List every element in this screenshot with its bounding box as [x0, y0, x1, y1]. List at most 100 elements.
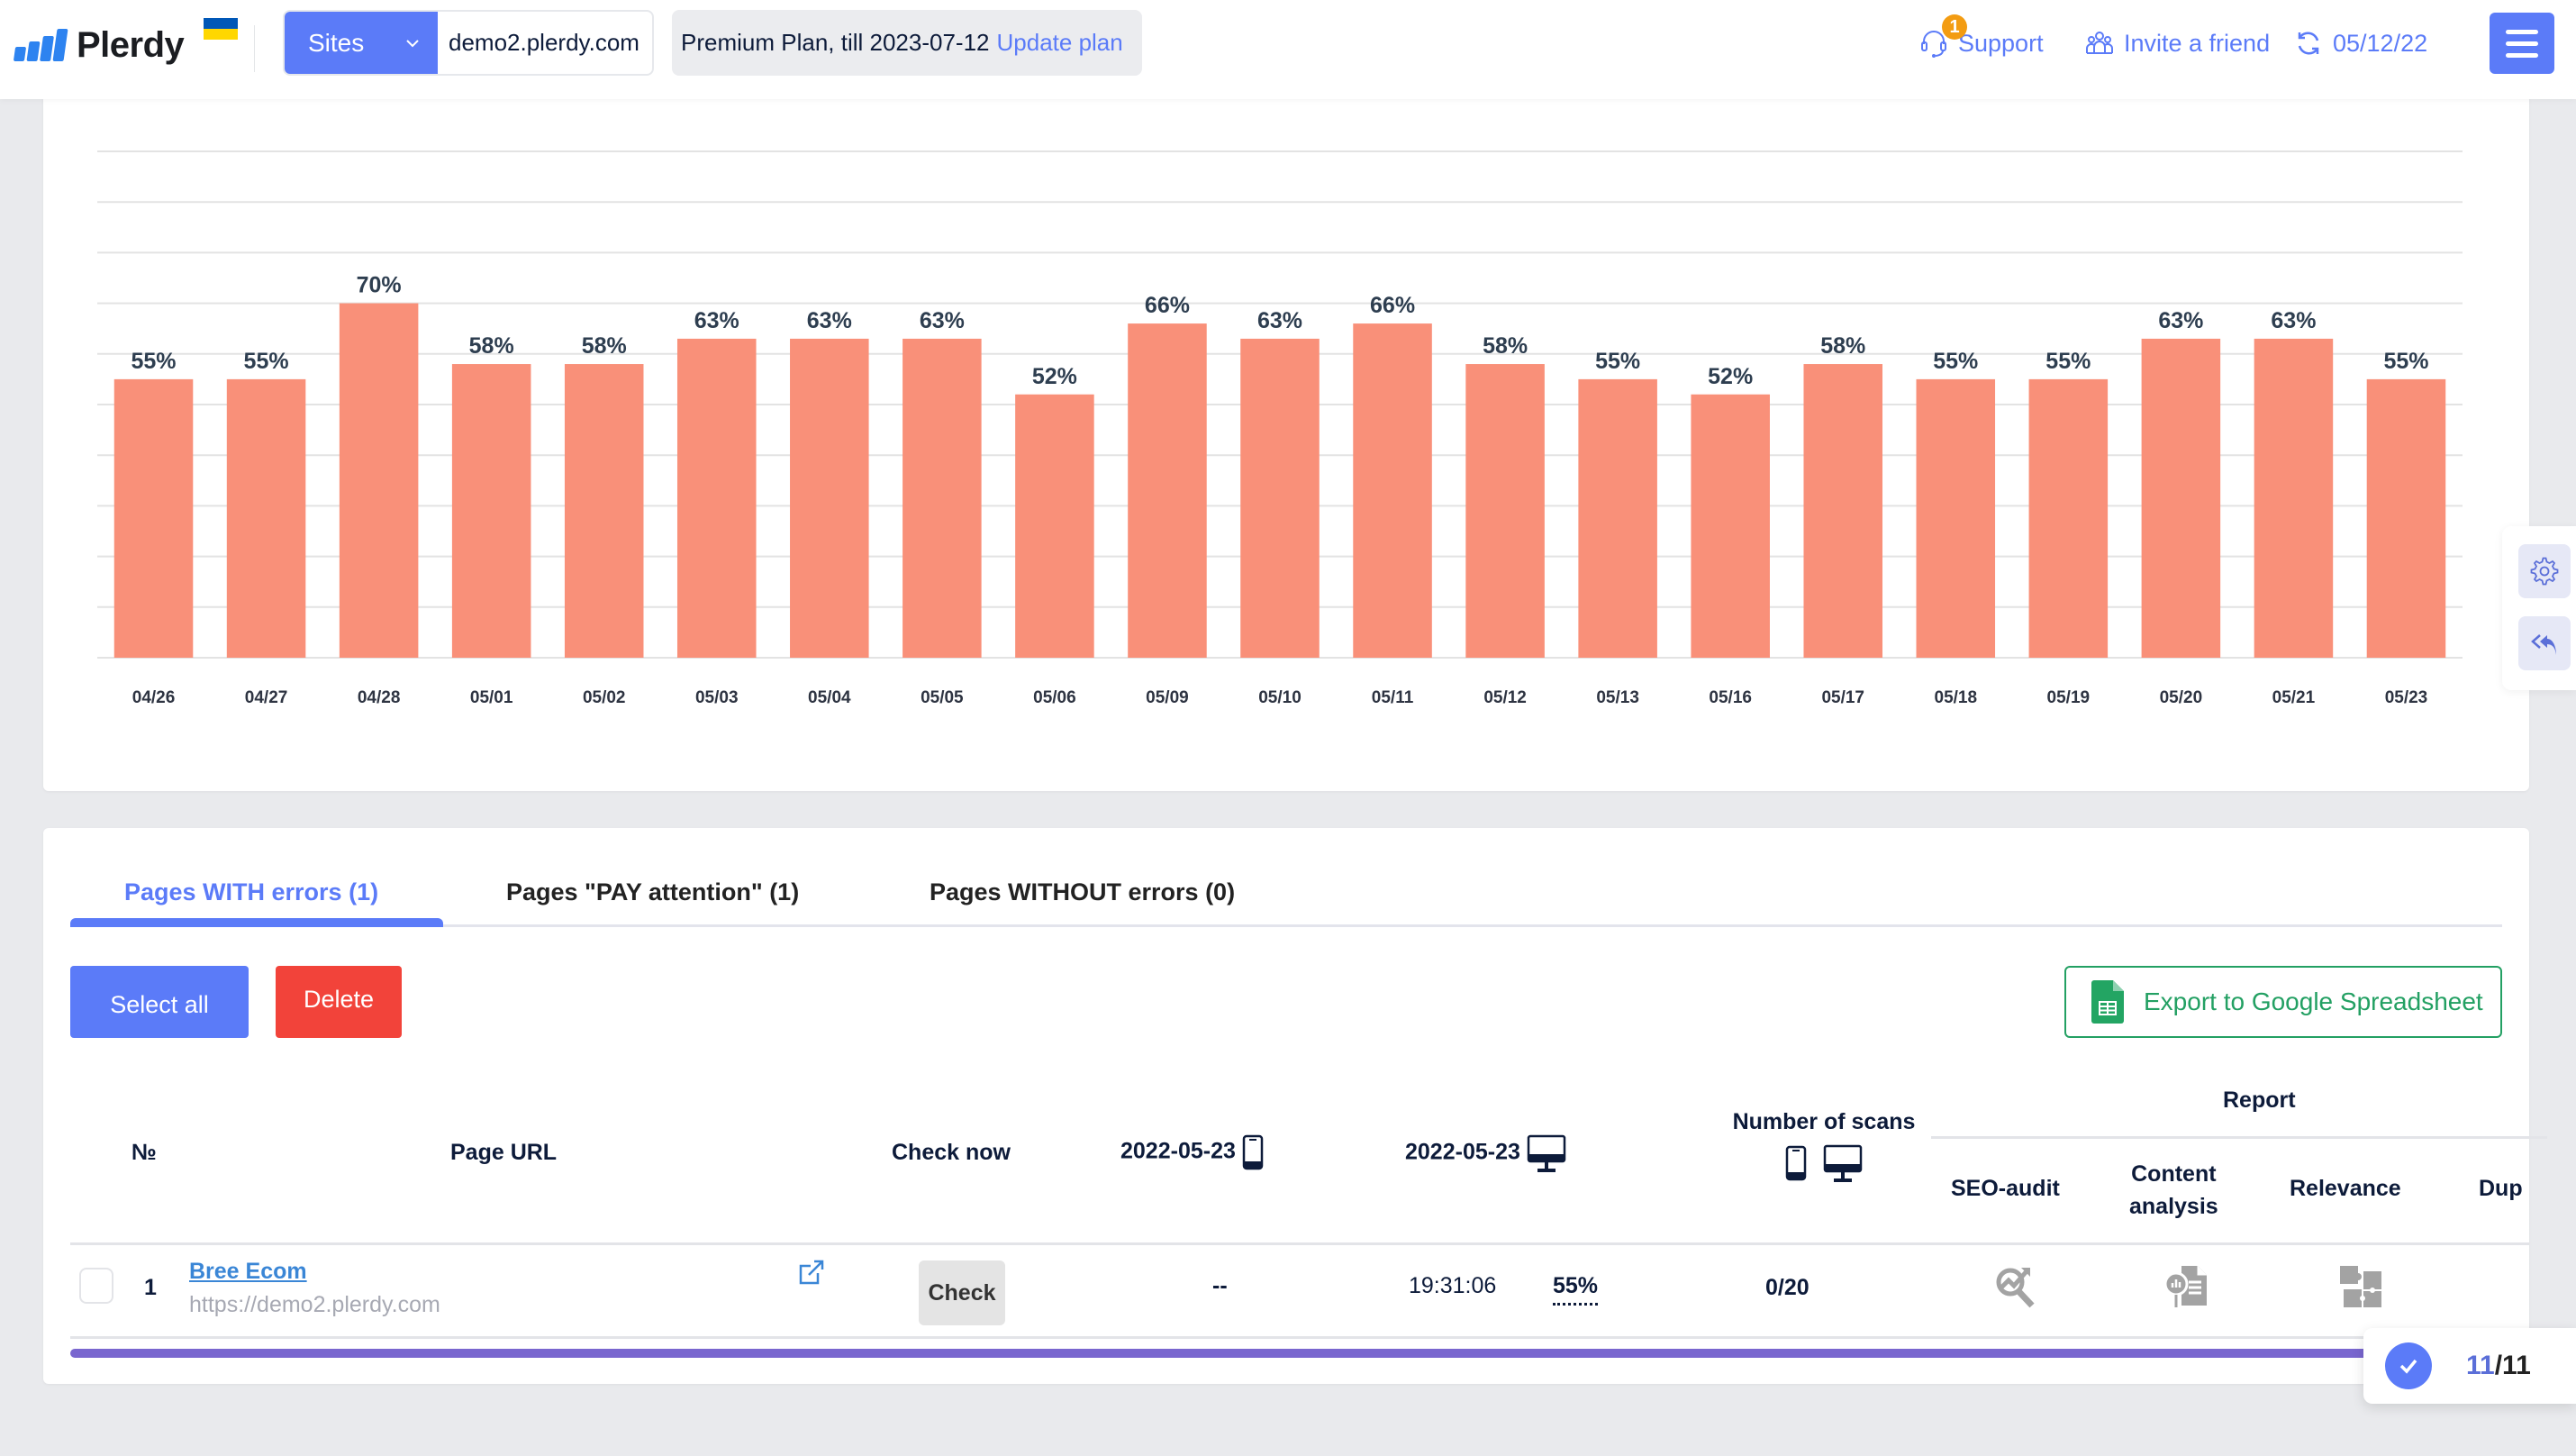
col-header-relevance: Relevance [2290, 1176, 2401, 1201]
bar-05-01[interactable] [451, 364, 531, 658]
x-tick-label: 05/13 [1596, 688, 1639, 707]
chevron-down-icon [406, 39, 419, 47]
bar-05-05[interactable] [903, 338, 982, 658]
google-sheets-icon [2091, 980, 2124, 1024]
menu-line [2506, 29, 2538, 34]
reply-all-button[interactable] [2518, 616, 2571, 670]
bar-value-label: 63% [1257, 308, 1302, 333]
sites-dropdown-button[interactable]: Sites [285, 12, 438, 74]
support-link[interactable]: 1 Support [1918, 14, 2044, 63]
header-divider [254, 25, 255, 72]
mobile-date-label: 2022-05-23 [1120, 1138, 1236, 1164]
header-row-divider [70, 1242, 2529, 1245]
bar-04-27[interactable] [226, 378, 306, 658]
check-now-button[interactable]: Check [919, 1260, 1005, 1325]
sync-date-button[interactable]: 05/12/22 [2293, 23, 2427, 63]
delete-button[interactable]: Delete [276, 966, 402, 1038]
x-tick-label: 05/16 [1709, 688, 1752, 707]
x-tick-label: 05/23 [2385, 688, 2428, 707]
bar-05-17[interactable] [1803, 364, 1883, 658]
support-label: Support [1958, 29, 2044, 57]
desktop-score[interactable]: 55% [1553, 1273, 1599, 1306]
ukraine-flag-icon [204, 18, 238, 40]
export-google-spreadsheet-button[interactable]: Export to Google Spreadsheet [2064, 966, 2502, 1038]
bar-value-label: 58% [1820, 333, 1865, 359]
settings-button[interactable] [2518, 544, 2571, 598]
bar-05-03[interactable] [676, 338, 757, 658]
refresh-icon [2298, 32, 2319, 55]
x-tick-label: 05/10 [1258, 688, 1302, 707]
checklist-progress-widget[interactable]: 11/11 [2363, 1328, 2576, 1404]
col-header-desktop-date: 2022-05-23 [1405, 1134, 1566, 1172]
tab-pages-pay-attention[interactable]: Pages "PAY attention" (1) [506, 878, 799, 906]
score-bar-chart: 55% 04/26 55% 04/27 70% 04/28 58% 05/01 58% 05/02… [97, 150, 2463, 707]
bar-value-label: 55% [244, 349, 289, 374]
bar-value-label: 58% [1483, 333, 1528, 359]
progress-count: 11/11 [2466, 1351, 2531, 1381]
bar-value-label: 63% [920, 308, 965, 333]
col-header-check-now: Check now [892, 1140, 1011, 1165]
bar-05-19[interactable] [2028, 378, 2109, 658]
active-tab-indicator [70, 918, 443, 927]
desktop-monitor-icon [1824, 1144, 1863, 1182]
check-circle-icon [2385, 1342, 2432, 1389]
bar-value-label: 66% [1370, 293, 1415, 318]
menu-line [2506, 41, 2538, 46]
bar-05-06[interactable] [1015, 394, 1094, 658]
tabs-bar: Pages WITH errors (1) Pages "PAY attenti… [70, 828, 2502, 927]
bar-05-09[interactable] [1128, 323, 1207, 658]
row-checkbox[interactable] [79, 1268, 113, 1304]
relevance-puzzle-icon[interactable] [2336, 1262, 2385, 1311]
col-header-number: № [132, 1140, 157, 1165]
seo-audit-icon[interactable] [1992, 1262, 2041, 1311]
bar-05-16[interactable] [1691, 394, 1770, 658]
bar-value-label: 55% [1933, 349, 1978, 374]
support-badge: 1 [1942, 14, 1967, 40]
plerdy-logo[interactable]: Plerdy [13, 18, 185, 72]
chart-card: 55% 04/26 55% 04/27 70% 04/28 58% 05/01 58% 05/02… [43, 81, 2529, 791]
menu-line [2506, 52, 2538, 58]
col-header-mobile-date: 2022-05-23 [1120, 1134, 1264, 1170]
tab-pages-without-errors[interactable]: Pages WITHOUT errors (0) [930, 878, 1235, 906]
bar-05-04[interactable] [790, 338, 869, 658]
col-header-content-analysis: Content analysis [2129, 1158, 2218, 1223]
mobile-result: -- [1212, 1273, 1228, 1298]
x-tick-label: 05/18 [1935, 688, 1978, 707]
bar-05-23[interactable] [2366, 378, 2446, 658]
horizontal-scrollbar[interactable] [70, 1349, 2466, 1358]
x-tick-label: 05/20 [2160, 688, 2203, 707]
sync-date: 05/12/22 [2333, 29, 2428, 57]
update-plan-link[interactable]: Update plan [997, 29, 1123, 57]
current-site-domain[interactable]: demo2.plerdy.com [438, 12, 652, 74]
gear-icon [2530, 557, 2559, 586]
logo-text: Plerdy [77, 24, 185, 65]
bar-05-18[interactable] [1916, 378, 1996, 658]
bar-value-label: 58% [582, 333, 627, 359]
hamburger-menu-button[interactable] [2490, 13, 2554, 74]
bar-05-20[interactable] [2141, 338, 2221, 658]
bar-value-label: 55% [1595, 349, 1640, 374]
bar-05-12[interactable] [1465, 364, 1545, 658]
bar-value-label: 52% [1032, 364, 1077, 389]
x-tick-label: 05/02 [583, 688, 626, 707]
external-link-icon[interactable] [798, 1259, 825, 1286]
select-all-button[interactable]: Select all [70, 966, 249, 1038]
content-analysis-icon[interactable] [2163, 1262, 2212, 1311]
logo-bars-icon [13, 29, 68, 61]
bar-value-label: 55% [132, 349, 177, 374]
bar-04-26[interactable] [113, 378, 194, 658]
bar-05-11[interactable] [1353, 323, 1432, 658]
x-tick-label: 04/26 [132, 688, 176, 707]
x-tick-label: 05/06 [1033, 688, 1076, 707]
bar-04-28[interactable] [339, 303, 419, 658]
bar-05-13[interactable] [1578, 378, 1657, 658]
page-name-link[interactable]: Bree Ecom [189, 1259, 307, 1285]
page-url: https://demo2.plerdy.com [189, 1292, 440, 1317]
bar-05-02[interactable] [564, 364, 644, 658]
pages-table-card: Pages WITH errors (1) Pages "PAY attenti… [43, 828, 2547, 1384]
tab-pages-with-errors[interactable]: Pages WITH errors (1) [124, 878, 378, 906]
bar-05-21[interactable] [2254, 338, 2334, 658]
x-tick-label: 05/17 [1821, 688, 1864, 707]
invite-friend-link[interactable]: Invite a friend [2084, 23, 2270, 63]
bar-05-10[interactable] [1240, 338, 1320, 658]
